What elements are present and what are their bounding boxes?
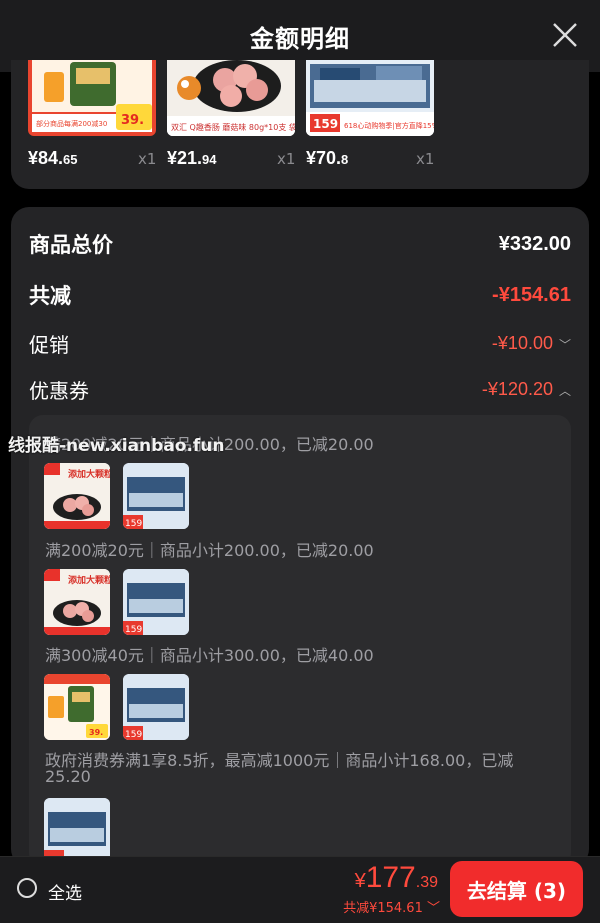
chevron-down-icon[interactable]: ﹀ [559,336,571,353]
coupon-thumb-puzzle: 159 [123,463,189,529]
product-qty-2: x1 [277,150,296,168]
coupon-thumb-puzzle: 159 [123,569,189,635]
product-price-3: ¥70.8 [306,148,349,168]
discount-row: 共减 -¥154.61 [29,280,571,310]
page-title: 金额明细 [250,24,350,53]
products-card: 39. 部分商品每满200减30 双汇 Q趣香肠 蘑菇味 80g*10支 袋装 [11,60,589,189]
product-image-snack[interactable]: 39. 部分商品每满200减30 [28,60,156,136]
product-image-puzzle[interactable]: 159 618心动购物季|官方直降15%起 [306,60,434,136]
coupon-thumb-sausage: 添加大颗粒蘑菇 [44,463,110,529]
checkout-button[interactable]: 去结算 (3) [450,861,583,917]
svg-text:159: 159 [125,519,142,529]
chevron-up-icon[interactable]: ︿ [559,382,571,399]
coupon-thumb-sausage: 添加大颗粒蘑菇 [44,569,110,635]
chevron-down-icon: ﹀ [422,901,440,916]
product-banner-3: 618心动购物季|官方直降15%起 [344,121,434,130]
product-banner-1: 部分商品每满200减30 [36,119,107,128]
svg-text:添加大颗粒蘑菇: 添加大颗粒蘑菇 [68,574,110,586]
product-image-sausage[interactable]: 双汇 Q趣香肠 蘑菇味 80g*10支 袋装 [167,60,295,136]
promo-label: 促销 [29,333,69,357]
price-tag-39: 39. [121,113,144,128]
discount-label: 共减 [29,284,71,308]
total-payable: ¥177.39 [354,861,438,894]
coupon-details: 满200减20元｜商品小计200.00，已减20.00 添加大颗粒蘑菇 159 … [29,415,571,867]
total-row: 商品总价 ¥332.00 [29,229,571,259]
product-qty-3: x1 [416,150,435,168]
watermark: 线报酷-new.xianbao.fun [8,436,225,456]
total-label: 商品总价 [29,233,113,257]
svg-text:39.: 39. [89,728,103,737]
select-all-checkbox[interactable] [17,878,37,898]
coupon-thumb-snack: 39. [44,674,110,740]
coupon-line-4b: 25.20 [45,767,91,786]
price-tag-159: 159 [313,117,338,131]
svg-text:159: 159 [125,625,142,635]
coupon-value: -¥120.20 [481,379,553,399]
coupon-thumb-puzzle: 159 [123,674,189,740]
select-all-label[interactable]: 全选 [48,879,82,904]
total-value: ¥332.00 [498,232,571,255]
footer-bar: 全选 ¥177.39 共减¥154.61 ﹀ 去结算 (3) [0,856,600,923]
product-price-2: ¥21.94 [167,148,217,168]
price-summary-card: 商品总价 ¥332.00 共减 -¥154.61 促销 -¥10.00 ﹀ 优惠券… [11,207,589,867]
promo-row[interactable]: 促销 -¥10.00 ﹀ [29,329,571,358]
coupon-label: 优惠券 [29,379,89,403]
promo-value: -¥10.00 [491,333,553,353]
discount-value: -¥154.61 [492,283,571,306]
coupon-line-3: 满300减40元｜商品小计300.00，已减40.00 [45,646,374,665]
svg-text:添加大颗粒蘑菇: 添加大颗粒蘑菇 [68,468,110,480]
product-banner-2: 双汇 Q趣香肠 蘑菇味 80g*10支 袋装 [171,122,295,132]
product-qty-1: x1 [138,150,157,168]
product-price-1: ¥84.65 [28,148,78,168]
coupon-line-2: 满200减20元｜商品小计200.00，已减20.00 [45,541,374,560]
close-icon[interactable] [552,22,578,48]
saved-amount[interactable]: 共减¥154.61 ﹀ [343,897,440,916]
coupon-line-4a: 政府消费券满1享8.5折，最高减1000元｜商品小计168.00，已减 [45,751,514,770]
coupon-row[interactable]: 优惠券 -¥120.20 ︿ [29,375,571,404]
coupon-thumb-puzzle [44,798,110,864]
svg-text:159: 159 [125,730,142,740]
